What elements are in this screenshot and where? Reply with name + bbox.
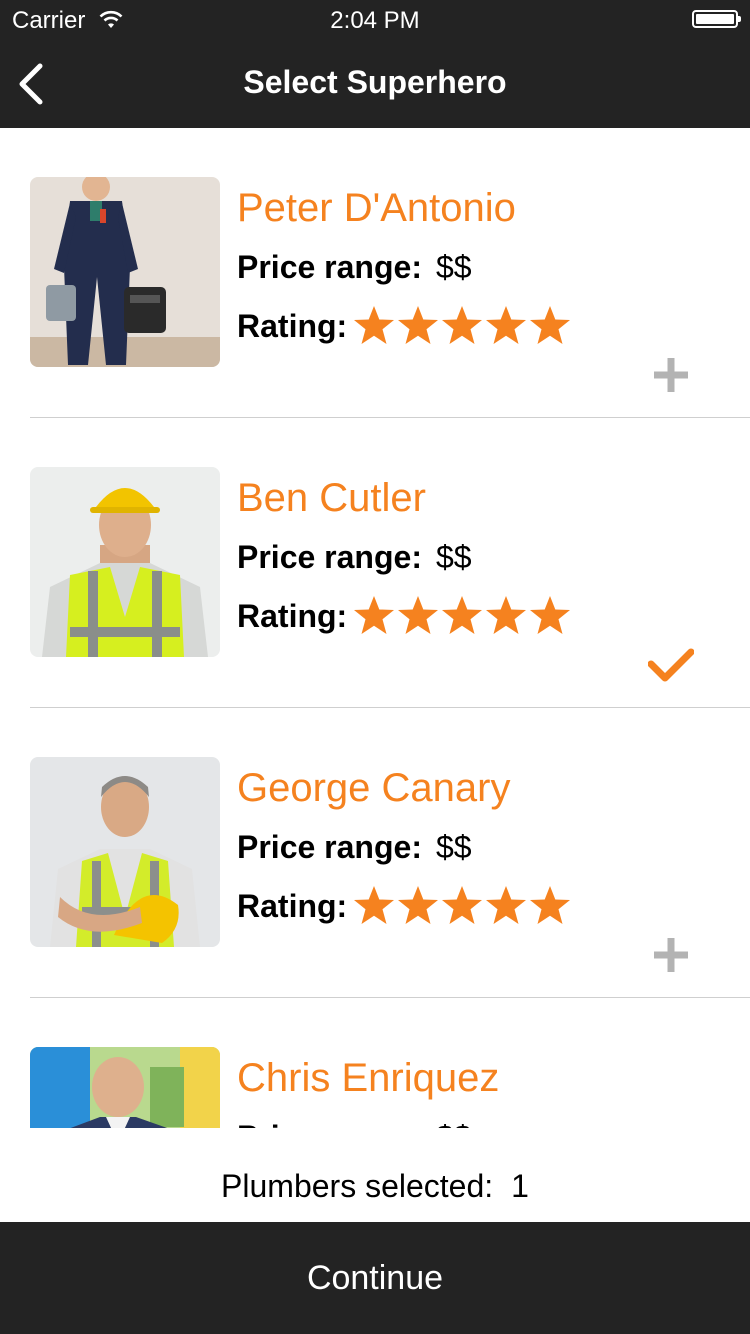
- star-icon: [442, 306, 482, 344]
- plumber-row[interactable]: Ben Cutler Price range: $$ Rating:: [0, 418, 750, 708]
- plumber-row[interactable]: George Canary Price range: $$ Rating:: [0, 708, 750, 998]
- plus-icon: [654, 938, 688, 972]
- nav-bar: Select Superhero: [0, 40, 750, 128]
- plumber-photo: [30, 467, 220, 657]
- star-icon: [442, 886, 482, 924]
- price-value: $$: [435, 249, 472, 285]
- plumber-photo: [30, 177, 220, 367]
- price-value: $$: [436, 1119, 472, 1128]
- star-icon: [486, 306, 526, 344]
- page-title: Select Superhero: [243, 64, 507, 100]
- price-value: $$: [435, 829, 472, 865]
- price-value: $$: [435, 539, 472, 575]
- continue-button[interactable]: Continue: [0, 1222, 750, 1334]
- price-range: Price range: $$: [237, 1119, 472, 1128]
- status-time: 2:04 PM: [330, 7, 420, 34]
- plumber-name: Chris Enriquez: [237, 1056, 500, 1100]
- battery-icon: [692, 10, 741, 28]
- star-icon: [530, 306, 570, 344]
- plumber-name: Peter D'Antonio: [237, 186, 516, 230]
- star-icon: [530, 596, 570, 634]
- add-plumber-button[interactable]: [648, 352, 694, 398]
- plumber-name: George Canary: [237, 766, 511, 810]
- plus-icon: [654, 358, 688, 392]
- star-icon: [354, 886, 394, 924]
- price-range: Price range: $$: [237, 829, 472, 866]
- star-icon: [398, 596, 438, 634]
- selected-count: 1: [511, 1168, 529, 1204]
- price-label: Price range:: [237, 249, 422, 285]
- plumber-row[interactable]: Peter D'Antonio Price range: $$ Rating:: [0, 128, 750, 418]
- rating-label: Rating:: [237, 888, 348, 924]
- status-bar: Carrier 2:04 PM: [0, 0, 750, 40]
- summary-label: Plumbers selected:: [221, 1168, 494, 1204]
- plumber-photo: [30, 1047, 220, 1128]
- star-icon: [486, 886, 526, 924]
- add-plumber-button[interactable]: [648, 932, 694, 978]
- rating-label: Rating:: [237, 308, 348, 344]
- plumber-row[interactable]: Chris Enriquez Price range:$$ Rating:: [0, 998, 750, 1128]
- star-icon: [486, 596, 526, 634]
- price-label: Price range:: [237, 829, 422, 865]
- star-icon: [398, 886, 438, 924]
- star-icon: [354, 306, 394, 344]
- price-range: Price range: $$: [237, 539, 472, 576]
- selected-checkmark-button[interactable]: [647, 642, 695, 688]
- selection-summary: Plumbers selected: 1: [0, 1128, 750, 1222]
- rating-label: Rating:: [237, 598, 348, 634]
- price-label: Price range:: [237, 539, 422, 575]
- star-icon: [354, 596, 394, 634]
- star-icon: [442, 596, 482, 634]
- plumber-name: Ben Cutler: [237, 476, 426, 520]
- checkmark-icon: [647, 648, 695, 682]
- price-range: Price range: $$: [237, 249, 472, 286]
- star-icon: [530, 886, 570, 924]
- star-icon: [398, 306, 438, 344]
- plumber-photo: [30, 757, 220, 947]
- price-label: Price range:: [237, 1119, 422, 1128]
- plumber-list[interactable]: Peter D'Antonio Price range: $$ Rating: B…: [0, 128, 750, 1128]
